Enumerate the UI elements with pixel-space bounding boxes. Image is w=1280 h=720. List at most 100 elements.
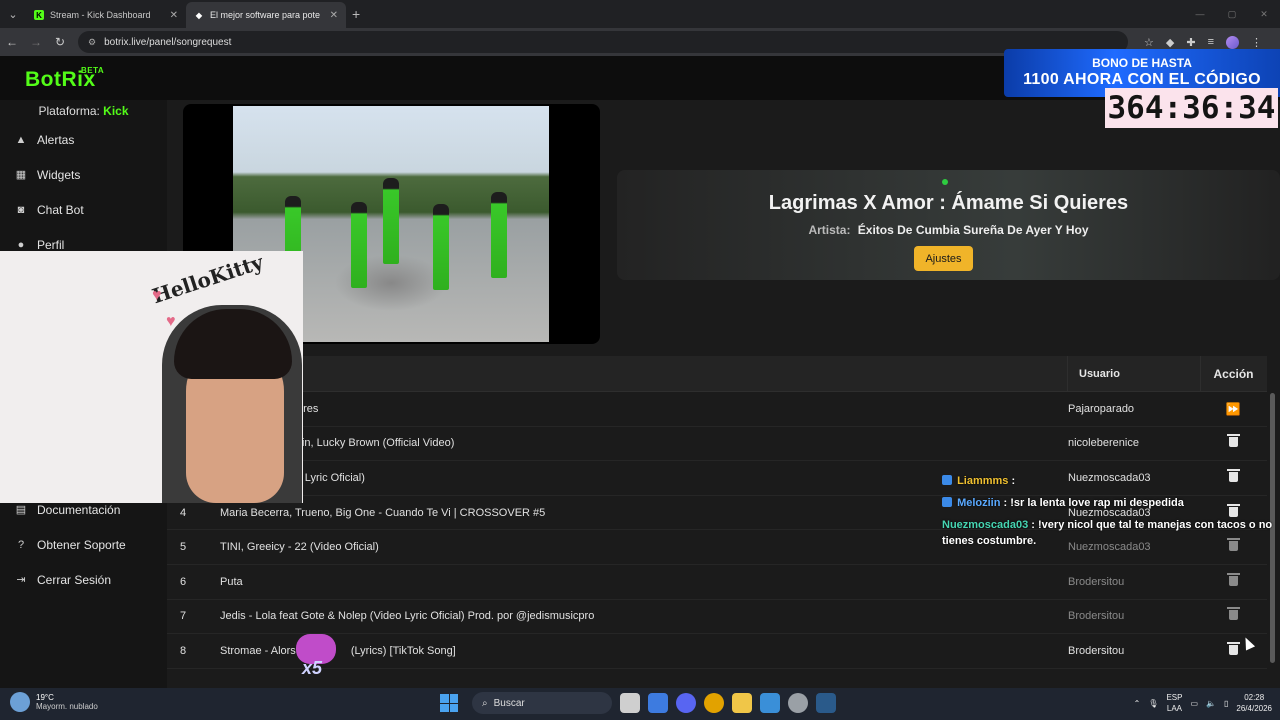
sidebar-item-label: Widgets [37,167,81,182]
kick-favicon-icon: K [34,10,44,20]
maximize-icon[interactable]: ▢ [1216,0,1248,28]
trash-icon [1226,641,1240,655]
new-tab-icon[interactable]: + [352,6,360,22]
row-song: TINI, Greeicy - 22 (Video Oficial) [220,541,379,554]
url-field[interactable]: ⚙ botrix.live/panel/songrequest [78,31,1128,53]
botrix-favicon-icon: ◆ [195,10,203,20]
stream-timer: 364:36:34 [1105,88,1278,128]
sidebar-item-label: Alertas [37,132,75,147]
close-icon[interactable]: ✕ [330,10,338,21]
menu-icon[interactable]: ⋮ [1251,36,1262,49]
network-icon[interactable]: ▭ [1190,699,1198,708]
delete-button[interactable] [1200,607,1266,623]
tab-kick-dashboard[interactable]: K Stream - Kick Dashboard ✕ [26,2,186,28]
now-playing-artist: Artista: Éxitos De Cumbia Sureña De Ayer… [617,223,1280,237]
window-controls: — ▢ ✕ [1184,0,1280,28]
battery-icon[interactable]: ▯ [1224,699,1228,708]
platform-value: Kick [103,104,129,118]
reload-icon[interactable]: ↻ [48,35,72,49]
sidebar-item-chat-bot[interactable]: ◙ Chat Bot [0,192,167,227]
video-figure [383,178,399,264]
grid-icon: ▦ [15,169,27,181]
file-explorer-icon[interactable] [732,693,752,713]
sidebar-item-soporte[interactable]: ? Obtener Soporte [0,527,167,562]
row-num: 6 [180,575,187,588]
volume-icon[interactable]: 🔈 [1206,699,1216,708]
chat-badge-icon [942,497,952,507]
song-request-panel: Lagrimas X Amor : Ámame Si Quieres Artis… [167,100,1280,688]
tab-botrix[interactable]: ◆ El mejor software para pote ✕ [186,2,346,28]
mic-icon[interactable]: 🎙 [1148,699,1158,708]
task-view-icon[interactable] [620,693,640,713]
search-label: Buscar [493,697,525,709]
close-icon[interactable]: ✕ [170,10,178,21]
chat-message: Meloziin : !sr la lenta love rap mi desp… [942,495,1278,511]
chat-message: Liammms : [942,473,1278,489]
language-indicator[interactable]: ESP LAA [1166,692,1182,714]
lang-line1: ESP [1166,693,1183,702]
delete-button[interactable] [1200,641,1266,658]
book-icon: ▤ [15,504,27,516]
profile-avatar[interactable] [1225,35,1239,49]
window-close-icon[interactable]: ✕ [1248,0,1280,28]
extension-icon[interactable]: ◆ [1166,36,1174,49]
tab-title: El mejor software para pote [210,10,321,20]
tray-chevron-icon[interactable]: ⌃ [1134,699,1141,708]
steam-icon[interactable] [816,693,836,713]
sidebar-item-label: Chat Bot [37,202,84,217]
site-info-icon[interactable]: ⚙ [88,37,96,48]
botrix-logo[interactable]: BotRix BETA [25,66,104,92]
windows-start-icon[interactable] [440,694,458,712]
row-song: - Conejita (Video Lyric Oficial) [220,471,365,484]
platform-label: Plataforma: [38,104,100,118]
col-action-header: Acción [1200,355,1266,392]
logout-icon: ⇥ [16,574,26,586]
back-icon[interactable]: ← [0,35,24,49]
emote-sticker: x5 [292,634,342,678]
settings-button[interactable]: Ajustes [914,246,973,271]
obs-icon[interactable] [788,693,808,713]
help-icon: ? [17,538,25,551]
media-icon[interactable]: ≡ [1208,36,1214,48]
minimize-icon[interactable]: — [1184,0,1216,28]
outlook-icon[interactable] [648,693,668,713]
clock-date: 26/4/2026 [1236,704,1272,713]
delete-button[interactable] [1200,434,1266,450]
artist-label: Artista: [808,223,851,237]
promo-line1: BONO DE HASTA [1092,56,1192,70]
system-tray: ⌃ 🎙 ESP LAA ▭ 🔈 ▯ 02:28 26/4/2026 [1134,692,1272,714]
forward-icon[interactable]: → [24,35,48,49]
delete-button[interactable] [1200,572,1266,589]
clock[interactable]: 02:28 26/4/2026 [1236,692,1272,714]
row-song: Puta [220,575,243,588]
store-icon[interactable] [760,693,780,713]
skip-icon[interactable]: ⏩ [1200,402,1266,416]
sidebar-item-label: Cerrar Sesión [37,572,112,587]
taskbar-search[interactable]: ⌕ Buscar [472,692,612,714]
sidebar-item-alertas[interactable]: ▲ Alertas [0,122,167,157]
row-song: atteyes, Jere Klein, Lucky Brown (Offici… [220,437,455,450]
bookmark-star-icon[interactable]: ☆ [1144,36,1154,49]
sidebar-item-label: Perfil [37,237,65,252]
chrome-icon[interactable] [704,693,724,713]
weather-widget[interactable]: 19°C Mayorm. nublado [10,692,98,712]
sidebar-item-cerrar-sesion[interactable]: ⇥ Cerrar Sesión [0,562,167,597]
tab-title: Stream - Kick Dashboard [50,10,151,20]
discord-icon[interactable] [676,693,696,713]
video-figure [491,192,507,278]
weather-temp: 19°C [36,693,54,702]
chat-message: Nuezmoscada03 : !very nicol que tal te m… [942,517,1278,549]
sidebar-item-widgets[interactable]: ▦ Widgets [0,157,167,192]
row-num: 8 [180,644,187,657]
row-user: Brodersitou [1068,610,1125,623]
trash-icon [1226,434,1240,448]
browser-tab-bar: ⌄ K Stream - Kick Dashboard ✕ ◆ El mejor… [0,0,1280,28]
puzzle-icon[interactable]: ✚ [1186,36,1195,49]
trash-icon [1226,607,1240,621]
video-figure [351,202,367,288]
beta-badge: BETA [81,66,105,75]
row-song: Stromae - Alors (Lyrics) [TikTok Song] [220,644,456,657]
chat-badge-icon [942,475,952,485]
table-row: 7 Jedis - Lola feat Gote & Nolep (Video … [167,600,1267,635]
tab-search-icon[interactable]: ⌄ [0,0,26,28]
